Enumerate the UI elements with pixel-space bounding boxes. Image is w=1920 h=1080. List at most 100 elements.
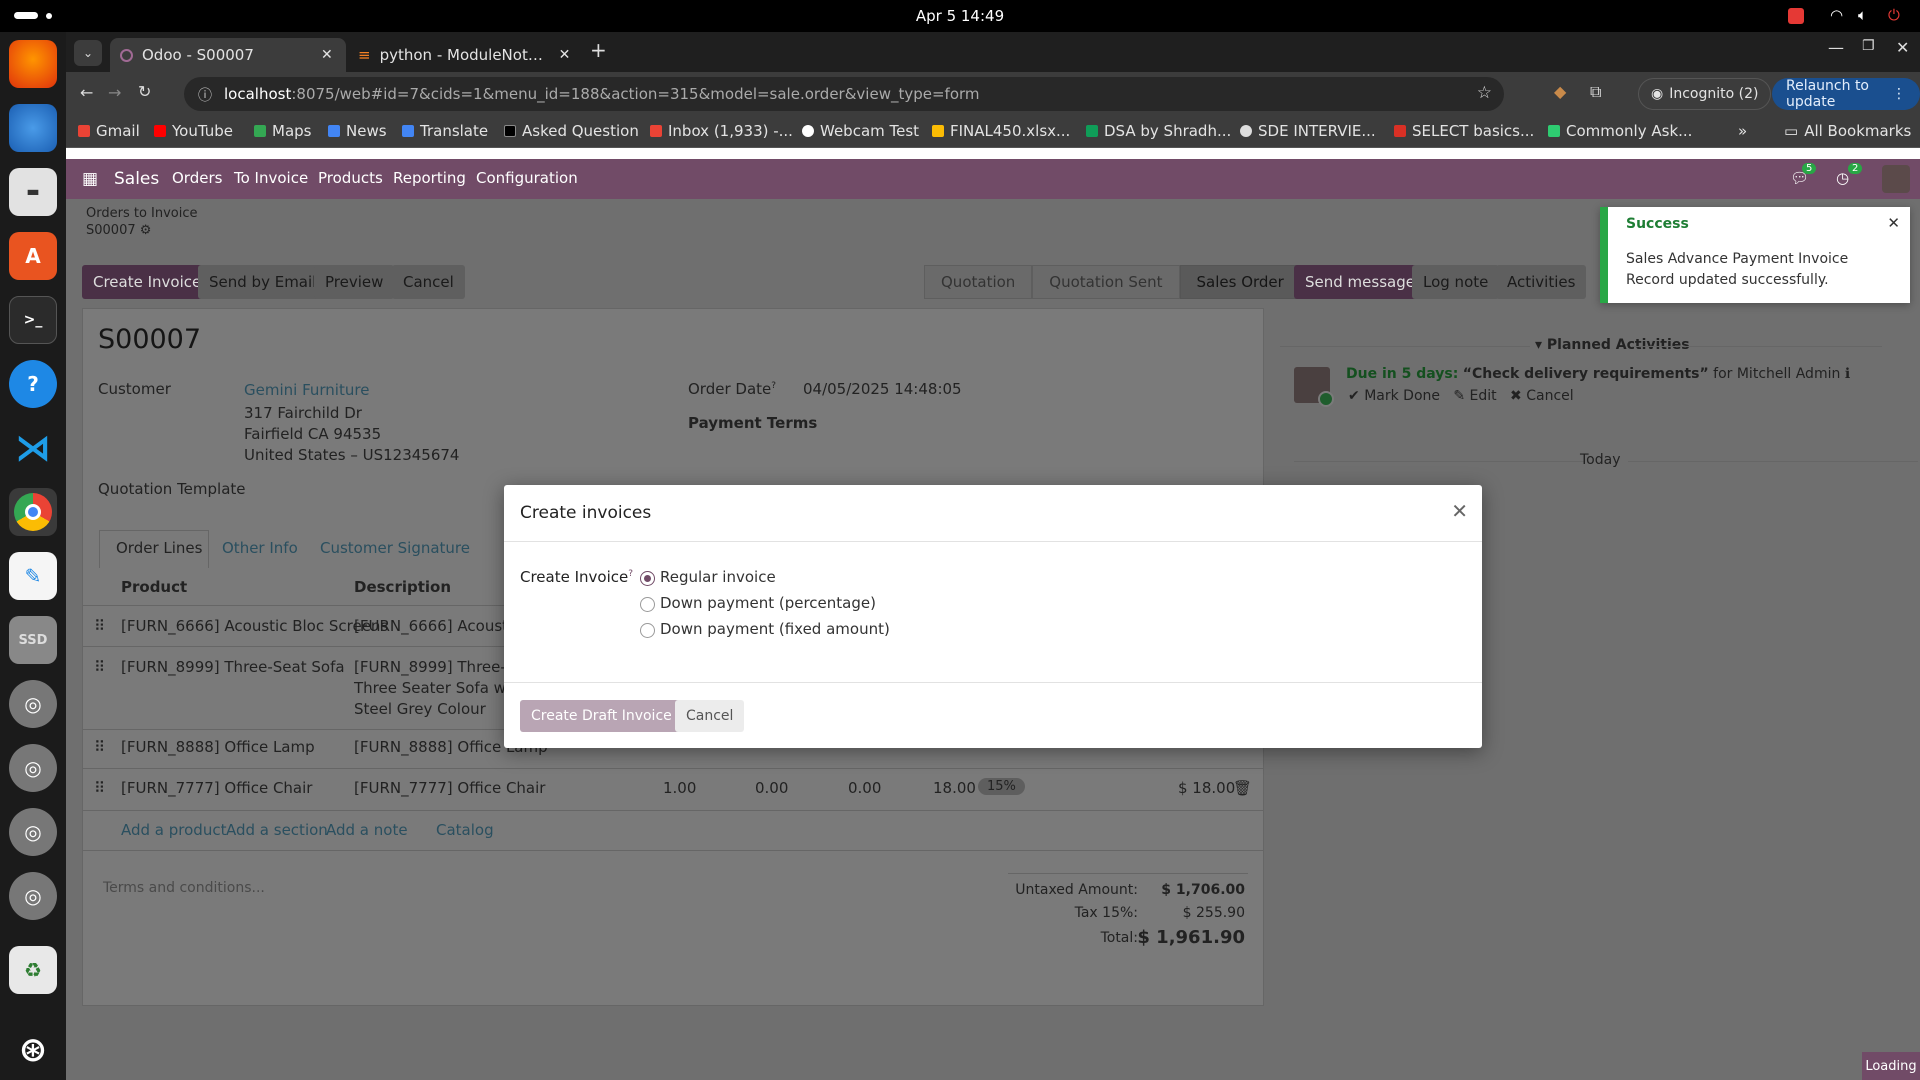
disk-icon[interactable]: ◎	[9, 872, 57, 920]
minimize-icon[interactable]: —	[1828, 38, 1844, 57]
maximize-icon[interactable]: ❐	[1862, 38, 1875, 54]
bookmark-dsa[interactable]: DSA by Shradh...	[1086, 122, 1231, 140]
trash-icon[interactable]: 🗑︎	[1233, 779, 1252, 797]
disk-icon[interactable]: ◎	[9, 808, 57, 856]
line-product[interactable]: [FURN_8888] Office Lamp	[121, 738, 315, 756]
reload-icon[interactable]: ↻	[138, 82, 151, 101]
bookmark-gmail[interactable]: Gmail	[78, 122, 140, 140]
forward-icon[interactable]: →	[108, 83, 121, 102]
power-icon[interactable]: ⏻	[1888, 6, 1900, 24]
all-bookmarks[interactable]: ▭ All Bookmarks	[1784, 122, 1911, 140]
bookmark-sde[interactable]: SDE INTERVIE...	[1240, 122, 1376, 140]
address-bar[interactable]: ⓘ localhost:8075/web#id=7&cids=1&menu_id…	[184, 77, 1504, 111]
drag-handle-icon[interactable]: ⠿	[94, 738, 105, 756]
edit-link[interactable]: ✎ Edit	[1453, 388, 1496, 404]
line-unit-price[interactable]: 18.00	[933, 779, 976, 797]
chat-icon[interactable]: 💬︎ 5	[1790, 163, 1817, 187]
column-description[interactable]: Description	[354, 578, 451, 596]
create-invoice-button[interactable]: Create Invoice	[82, 265, 213, 299]
screencast-icon[interactable]	[1788, 8, 1804, 24]
bookmarks-overflow-icon[interactable]: »	[1738, 122, 1747, 140]
cancel-activity-link[interactable]: ✖ Cancel	[1510, 388, 1574, 404]
text-editor-icon[interactable]: ✎	[9, 552, 57, 600]
bookmark-youtube[interactable]: YouTube	[154, 122, 233, 140]
relaunch-button[interactable]: Relaunch to update ⋮	[1772, 78, 1920, 110]
breadcrumb-parent[interactable]: Orders to Invoice	[86, 206, 198, 221]
log-note-button[interactable]: Log note	[1412, 265, 1500, 299]
dialog-cancel-button[interactable]: Cancel	[675, 700, 745, 732]
close-icon[interactable]: ✕	[1887, 214, 1900, 232]
activity-icon[interactable]: ◷ 2	[1836, 163, 1863, 187]
app-center-icon[interactable]: A	[9, 232, 57, 280]
tab-other-info[interactable]: Other Info	[222, 539, 298, 557]
radio-down-payment-fixed[interactable]	[640, 623, 655, 638]
menu-products[interactable]: Products	[318, 169, 383, 187]
tab-python[interactable]: ≡ python - ModuleNotFour ✕	[348, 38, 584, 72]
activities-button[interactable]: Activities	[1496, 265, 1587, 299]
vscode-icon[interactable]: ⋊	[9, 424, 57, 472]
star-icon[interactable]: ☆	[1477, 83, 1492, 103]
close-icon[interactable]: ✕	[559, 47, 571, 63]
column-product[interactable]: Product	[121, 578, 187, 596]
close-icon[interactable]: ✕	[321, 47, 333, 63]
back-icon[interactable]: ←	[80, 83, 93, 102]
bookmark-webcam-test[interactable]: Webcam Test	[802, 122, 919, 140]
disk-icon[interactable]: ◎	[9, 680, 57, 728]
site-info-icon[interactable]: ⓘ	[198, 85, 212, 105]
drag-handle-icon[interactable]: ⠿	[94, 779, 105, 797]
add-product-link[interactable]: Add a product	[121, 821, 226, 839]
drag-handle-icon[interactable]: ⠿	[94, 617, 105, 635]
bookmark-maps[interactable]: Maps	[254, 122, 311, 140]
line-quantity[interactable]: 1.00	[663, 779, 696, 797]
create-draft-invoice-button[interactable]: Create Draft Invoice	[520, 700, 683, 732]
tab-odoo[interactable]: Odoo - S00007 ✕	[110, 38, 346, 72]
tab-search-icon[interactable]: ⌄	[74, 40, 102, 66]
add-note-link[interactable]: Add a note	[326, 821, 408, 839]
close-icon[interactable]: ✕	[1451, 499, 1468, 523]
firefox-icon[interactable]	[9, 40, 57, 88]
line-product[interactable]: [FURN_7777] Office Chair	[121, 779, 312, 797]
extension-icon[interactable]: ◆	[1554, 82, 1566, 101]
menu-to-invoice[interactable]: To Invoice	[234, 169, 308, 187]
catalog-link[interactable]: Catalog	[436, 821, 494, 839]
trash-icon[interactable]: ♻	[9, 946, 57, 994]
drag-handle-icon[interactable]: ⠿	[94, 658, 105, 676]
help-icon[interactable]: ?	[771, 381, 776, 391]
info-icon[interactable]: ℹ	[1845, 366, 1850, 382]
clock[interactable]: Apr 5 14:49	[0, 7, 1920, 25]
line-product[interactable]: [FURN_6666] Acoustic Bloc Screens	[121, 617, 388, 635]
preview-button[interactable]: Preview	[314, 265, 395, 299]
cancel-order-button[interactable]: Cancel	[392, 265, 465, 299]
add-section-link[interactable]: Add a section	[226, 821, 328, 839]
customer-link[interactable]: Gemini Furniture	[244, 381, 369, 399]
option-down-payment-percentage[interactable]: Down payment (percentage)	[660, 594, 876, 612]
ubuntu-icon[interactable]: ⊛	[9, 1026, 57, 1074]
line-invoiced[interactable]: 0.00	[848, 779, 881, 797]
line-description[interactable]: [FURN_7777] Office Chair	[354, 779, 545, 797]
send-message-button[interactable]: Send message	[1294, 265, 1426, 299]
line-delivered[interactable]: 0.00	[755, 779, 788, 797]
stage-quotation[interactable]: Quotation	[924, 265, 1033, 299]
tab-order-lines[interactable]: Order Lines	[116, 539, 202, 557]
bookmark-asked-question[interactable]: Asked Question	[504, 122, 639, 140]
more-icon[interactable]: ⋮	[1892, 86, 1906, 102]
disk-icon[interactable]: ◎	[9, 744, 57, 792]
gear-icon[interactable]: ⚙	[140, 223, 152, 238]
menu-reporting[interactable]: Reporting	[393, 169, 466, 187]
app-name[interactable]: Sales	[114, 169, 159, 189]
ssd-icon[interactable]: SSD	[9, 616, 57, 664]
send-by-email-button[interactable]: Send by Email	[198, 265, 328, 299]
radio-down-payment-percentage[interactable]	[640, 597, 655, 612]
radio-regular-invoice[interactable]	[640, 571, 655, 586]
chrome-icon[interactable]	[9, 488, 57, 536]
puzzle-icon[interactable]: ⧉	[1590, 82, 1601, 102]
bookmark-inbox[interactable]: Inbox (1,933) -...	[650, 122, 793, 140]
help-icon[interactable]: ?	[628, 569, 633, 579]
thunderbird-icon[interactable]	[9, 104, 57, 152]
menu-orders[interactable]: Orders	[172, 169, 222, 187]
new-tab-icon[interactable]: +	[590, 38, 607, 62]
volume-icon[interactable]: 🔈︎	[1858, 6, 1867, 24]
order-date-value[interactable]: 04/05/2025 14:48:05	[803, 380, 962, 398]
terms-input[interactable]: Terms and conditions...	[103, 880, 265, 896]
incognito-badge[interactable]: ◉ Incognito (2)	[1638, 78, 1772, 110]
